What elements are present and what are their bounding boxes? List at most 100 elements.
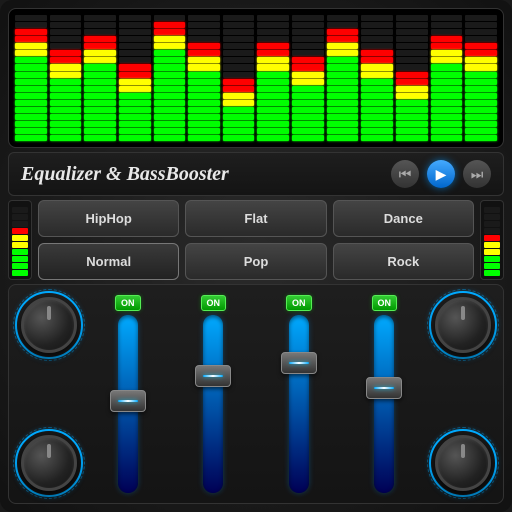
spectrum-seg xyxy=(119,100,151,106)
fader-thumb-ch4[interactable] xyxy=(366,377,402,399)
spectrum-seg xyxy=(188,15,220,21)
preset-btn-normal[interactable]: Normal xyxy=(38,243,179,280)
spectrum-seg xyxy=(188,114,220,120)
spectrum-seg xyxy=(292,79,324,85)
spectrum-seg xyxy=(292,100,324,106)
level-seg xyxy=(484,249,500,255)
spectrum-seg xyxy=(327,15,359,21)
spectrum-seg xyxy=(154,93,186,99)
spectrum-seg xyxy=(431,36,463,42)
title-bar: Equalizer & BassBooster ⏮ ▶ ⏭ xyxy=(8,152,504,196)
spectrum-seg xyxy=(84,64,116,70)
left-knob-bottom[interactable] xyxy=(21,435,77,491)
preset-btn-hiphop[interactable]: HipHop xyxy=(38,200,179,237)
spectrum-col-12 xyxy=(431,15,463,141)
on-badge-ch4[interactable]: ON xyxy=(372,295,398,311)
spectrum-seg xyxy=(84,50,116,56)
on-badge-ch1[interactable]: ON xyxy=(115,295,141,311)
spectrum-seg xyxy=(257,79,289,85)
spectrum-seg xyxy=(15,107,47,113)
app-title: Equalizer & BassBooster xyxy=(21,163,229,186)
spectrum-seg xyxy=(327,107,359,113)
spectrum-seg xyxy=(84,22,116,28)
spectrum-seg xyxy=(292,43,324,49)
spectrum-seg xyxy=(396,15,428,21)
spectrum-seg xyxy=(396,22,428,28)
spectrum-seg xyxy=(396,57,428,63)
level-seg xyxy=(484,263,500,269)
on-badge-ch3[interactable]: ON xyxy=(286,295,312,311)
spectrum-seg xyxy=(257,29,289,35)
spectrum-seg xyxy=(223,135,255,141)
spectrum-seg xyxy=(431,43,463,49)
left-knob-top[interactable] xyxy=(21,297,77,353)
spectrum-seg xyxy=(50,64,82,70)
spectrum-seg xyxy=(327,79,359,85)
spectrum-seg xyxy=(396,128,428,134)
spectrum-seg xyxy=(292,15,324,21)
spectrum-seg xyxy=(188,135,220,141)
fader-thumb-ch1[interactable] xyxy=(110,390,146,412)
spectrum-col-6 xyxy=(223,15,255,141)
spectrum-seg xyxy=(154,29,186,35)
spectrum-seg xyxy=(257,22,289,28)
preset-grid: HipHopFlatDance NormalPopRock xyxy=(38,200,474,280)
spectrum-seg xyxy=(84,72,116,78)
spectrum-seg xyxy=(257,43,289,49)
fader-thumb-ch3[interactable] xyxy=(281,352,317,374)
next-button[interactable]: ⏭ xyxy=(463,160,491,188)
spectrum-seg xyxy=(396,72,428,78)
spectrum-seg xyxy=(465,79,497,85)
spectrum-seg xyxy=(396,43,428,49)
play-button[interactable]: ▶ xyxy=(427,160,455,188)
spectrum-seg xyxy=(465,15,497,21)
preset-btn-pop[interactable]: Pop xyxy=(185,243,326,280)
spectrum-seg xyxy=(292,135,324,141)
fader-track-ch3[interactable] xyxy=(289,315,309,493)
spectrum-seg xyxy=(431,114,463,120)
preset-btn-dance[interactable]: Dance xyxy=(333,200,474,237)
preset-btn-flat[interactable]: Flat xyxy=(185,200,326,237)
level-seg xyxy=(484,221,500,227)
fader-track-ch1[interactable] xyxy=(118,315,138,493)
spectrum-seg xyxy=(50,93,82,99)
spectrum-col-9 xyxy=(327,15,359,141)
spectrum-seg xyxy=(465,128,497,134)
fader-thumb-ch2[interactable] xyxy=(195,365,231,387)
right-level-meter xyxy=(480,200,504,280)
spectrum-seg xyxy=(223,121,255,127)
spectrum-seg xyxy=(119,86,151,92)
spectrum-seg xyxy=(431,107,463,113)
bottom-section: ON ON ON ON xyxy=(8,284,504,504)
fader-track-ch2[interactable] xyxy=(203,315,223,493)
spectrum-seg xyxy=(119,128,151,134)
spectrum-seg xyxy=(223,86,255,92)
spectrum-seg xyxy=(465,86,497,92)
fader-channel-ch3: ON xyxy=(258,295,340,493)
spectrum-seg xyxy=(84,36,116,42)
spectrum-seg xyxy=(15,57,47,63)
spectrum-seg xyxy=(257,36,289,42)
level-seg xyxy=(484,270,500,276)
spectrum-seg xyxy=(223,114,255,120)
level-seg xyxy=(12,221,28,227)
prev-button[interactable]: ⏮ xyxy=(391,160,419,188)
spectrum-seg xyxy=(361,128,393,134)
spectrum-seg xyxy=(257,121,289,127)
spectrum-seg xyxy=(396,79,428,85)
preset-btn-rock[interactable]: Rock xyxy=(333,243,474,280)
level-seg xyxy=(484,214,500,220)
spectrum-seg xyxy=(257,135,289,141)
left-knob-bottom-ring xyxy=(15,429,83,497)
fader-track-ch4[interactable] xyxy=(374,315,394,493)
right-knob-top[interactable] xyxy=(435,297,491,353)
spectrum-seg xyxy=(327,100,359,106)
spectrum-seg xyxy=(50,36,82,42)
spectrum-seg xyxy=(84,114,116,120)
spectrum-seg xyxy=(292,72,324,78)
spectrum-seg xyxy=(119,79,151,85)
spectrum-seg xyxy=(257,72,289,78)
on-badge-ch2[interactable]: ON xyxy=(201,295,227,311)
right-knob-bottom[interactable] xyxy=(435,435,491,491)
spectrum-seg xyxy=(257,64,289,70)
